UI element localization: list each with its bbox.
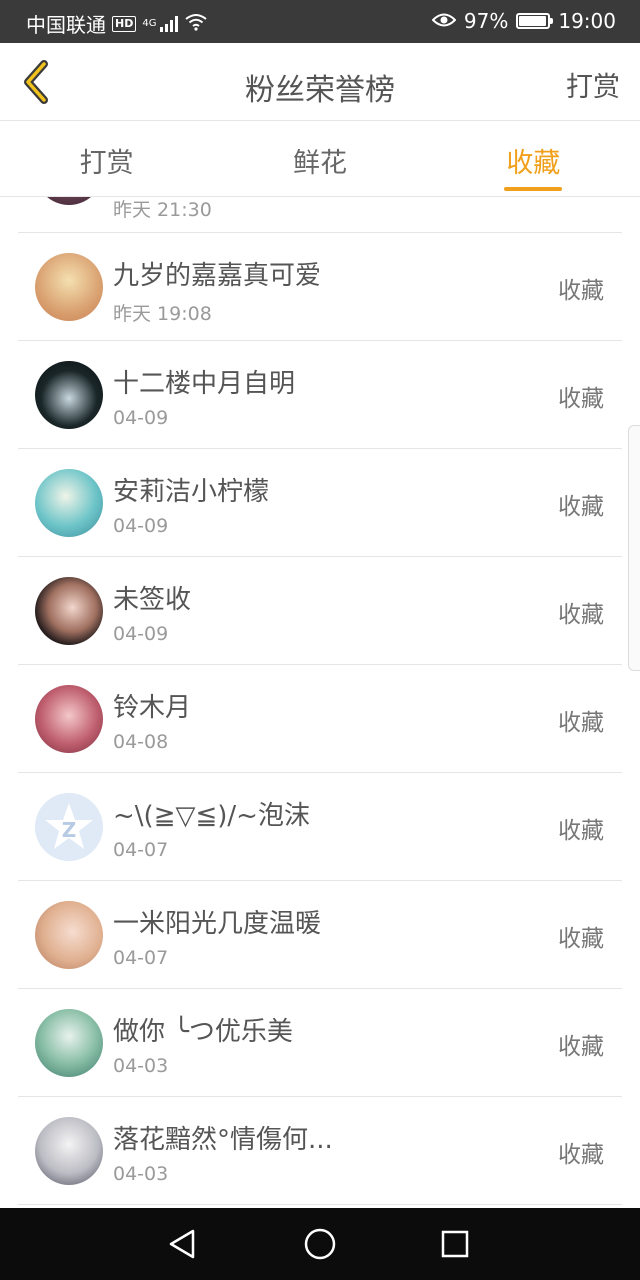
item-time: 04-03 (113, 1163, 169, 1185)
triangle-back-icon (169, 1229, 195, 1259)
status-bar: 中国联通 HD 4G 97% 19:00 (0, 0, 640, 43)
item-time: 04-09 (113, 515, 169, 537)
system-nav-bar (0, 1208, 640, 1280)
user-name: 安莉洁小柠檬 (113, 477, 270, 507)
list-item[interactable]: 落花黯然°情傷何... 04-03 收藏 (18, 1097, 622, 1205)
item-time: 04-07 (113, 839, 169, 861)
user-name: 做你 ╰つ优乐美 (113, 1017, 293, 1047)
user-avatar (35, 361, 103, 429)
favorite-label: 收藏 (558, 278, 604, 304)
tab-flowers[interactable]: 鲜花 (213, 121, 426, 196)
item-time: 04-07 (113, 947, 169, 969)
item-time: 04-08 (113, 731, 169, 753)
eye-icon (431, 9, 457, 33)
item-time: 04-09 (113, 623, 169, 645)
list-item[interactable]: 做你 ╰つ优乐美 04-03 收藏 (18, 989, 622, 1097)
user-avatar (35, 1117, 103, 1185)
favorite-label: 收藏 (558, 926, 604, 952)
wifi-icon (184, 12, 208, 36)
list-item[interactable]: 九岁的嘉嘉真可爱 昨天 19:08 收藏 (18, 233, 622, 341)
user-name: 十二楼中月自明 (113, 369, 296, 399)
user-avatar (35, 469, 103, 537)
favorite-label: 收藏 (558, 1142, 604, 1168)
user-name: 九岁的嘉嘉真可爱 (113, 261, 322, 291)
list-item[interactable]: 十二楼中月自明 04-09 收藏 (18, 341, 622, 449)
nav-recents-button[interactable] (437, 1226, 473, 1262)
fan-list[interactable]: 昨天 21:30 九岁的嘉嘉真可爱 昨天 19:08 收藏 十二楼中月自明 04… (0, 197, 640, 1208)
user-avatar (35, 577, 103, 645)
user-name: 一米阳光几度温暖 (113, 909, 322, 939)
user-avatar (35, 1009, 103, 1077)
user-name: 落花黯然°情傷何... (113, 1125, 333, 1155)
qq-star-icon: Z (45, 803, 93, 849)
list-item[interactable]: 昨天 21:30 (18, 197, 622, 233)
user-avatar (35, 685, 103, 753)
user-avatar: Z (35, 793, 103, 861)
signal-icon (160, 15, 179, 32)
item-time: 昨天 21:30 (113, 199, 212, 221)
favorite-label: 收藏 (558, 818, 604, 844)
tab-bar: 打赏 鲜花 收藏 (0, 121, 640, 197)
page-title: 粉丝荣誉榜 (245, 73, 395, 108)
status-left: 中国联通 HD 4G (26, 9, 208, 38)
hd-icon: HD (112, 15, 137, 32)
battery-percent: 97% (463, 9, 509, 33)
clock: 19:00 (558, 9, 616, 33)
tab-reward[interactable]: 打赏 (0, 121, 213, 196)
app-header: 粉丝荣誉榜 打赏 (0, 43, 640, 121)
favorite-label: 收藏 (558, 710, 604, 736)
favorite-label: 收藏 (558, 602, 604, 628)
user-avatar (35, 253, 103, 321)
reward-button[interactable]: 打赏 (566, 65, 620, 104)
network-type: 4G (142, 18, 157, 29)
favorite-label: 收藏 (558, 1034, 604, 1060)
favorite-label: 收藏 (558, 494, 604, 520)
item-time: 04-03 (113, 1055, 169, 1077)
carrier-name: 中国联通 (26, 13, 106, 37)
circle-home-icon (304, 1228, 336, 1260)
list-item[interactable]: Z ~\(≧▽≦)/~泡沫 04-07 收藏 (18, 773, 622, 881)
status-right: 97% 19:00 (431, 9, 616, 33)
favorite-label: 收藏 (558, 386, 604, 412)
list-item[interactable]: 铃木月 04-08 收藏 (18, 665, 622, 773)
nav-back-button[interactable] (165, 1226, 201, 1262)
user-name: ~\(≧▽≦)/~泡沫 (113, 801, 310, 831)
user-avatar (35, 197, 103, 205)
list-item[interactable]: 未签收 04-09 收藏 (18, 557, 622, 665)
user-name: 铃木月 (113, 693, 192, 723)
user-name: 未签收 (113, 585, 192, 615)
list-item[interactable]: 安莉洁小柠檬 04-09 收藏 (18, 449, 622, 557)
svg-text:Z: Z (62, 818, 77, 842)
list-item[interactable]: 一米阳光几度温暖 04-07 收藏 (18, 881, 622, 989)
square-recents-icon (441, 1230, 469, 1258)
item-time: 昨天 19:08 (113, 303, 212, 325)
nav-home-button[interactable] (302, 1226, 338, 1262)
scrollbar[interactable] (628, 425, 640, 671)
item-time: 04-09 (113, 407, 169, 429)
user-avatar (35, 901, 103, 969)
battery-icon (516, 13, 554, 29)
tab-favorites[interactable]: 收藏 (427, 121, 640, 196)
